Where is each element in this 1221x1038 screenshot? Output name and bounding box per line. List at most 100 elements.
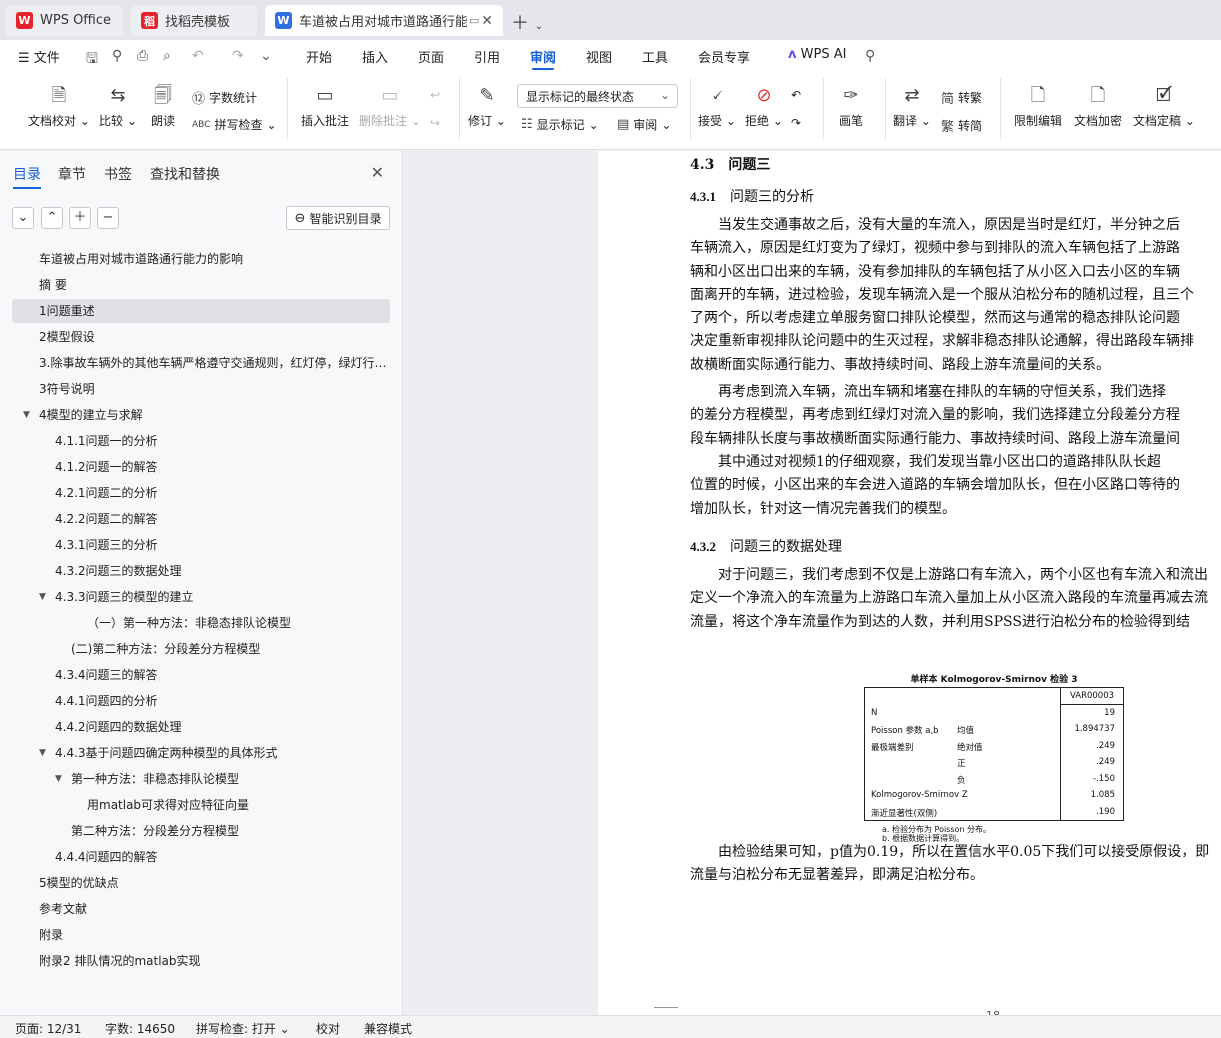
toc-item[interactable]: 4.4.4问题四的解答 — [12, 845, 390, 869]
toc-item[interactable]: 参考文献 — [12, 897, 390, 921]
menu-start[interactable]: 开始 — [306, 47, 332, 66]
menu-insert[interactable]: 插入 — [362, 47, 388, 66]
print-icon[interactable]: ⎙ — [137, 48, 148, 64]
toc-item[interactable]: 车道被占用对城市道路通行能力的影响 — [12, 247, 390, 271]
menu-review[interactable]: 审阅 — [530, 47, 556, 70]
toc-item[interactable]: (二)第二种方法：分段差分方程模型 — [12, 637, 390, 661]
delete-comment-button[interactable]: ▭ 删除批注 ⌄ — [359, 84, 421, 129]
toc-item[interactable]: 4.2.1问题二的分析 — [12, 481, 390, 505]
toc-item[interactable]: 第二种方法：分段差分方程模型 — [12, 819, 390, 843]
toc-item[interactable]: ▼ 4.4.3基于问题四确定两种模型的具体形式 — [12, 741, 390, 765]
more-icon[interactable]: ⌄ — [260, 48, 272, 64]
toc-item[interactable]: 4.4.1问题四的分析 — [12, 689, 390, 713]
toc-item[interactable]: 4.4.2问题四的数据处理 — [12, 715, 390, 739]
file-menu[interactable]: ☰ 文件 — [18, 47, 60, 66]
markup-state-select[interactable]: 显示标记的最终状态 ⌄ — [517, 84, 678, 108]
proof-button[interactable]: 🗎 文档校对 ⌄ — [28, 84, 90, 129]
toc-item[interactable]: 4.3.1问题三的分析 — [12, 533, 390, 557]
read-aloud-button[interactable]: 🗐 朗读 — [146, 84, 180, 129]
spell-check-indicator[interactable]: 拼写检查: 打开 ⌄ — [196, 1020, 290, 1037]
new-tab-button[interactable]: ＋ ⌄ — [511, 9, 543, 35]
word-count-indicator[interactable]: 字数: 14650 — [105, 1020, 175, 1037]
save-icon[interactable]: 🖫 — [86, 48, 98, 72]
toc-item[interactable]: 3.除事故车辆外的其他车辆严格遵守交通规则，红灯停，绿灯行… — [12, 351, 390, 375]
delete-comment-icon: ▭ — [381, 85, 399, 106]
table-row: N 19 — [865, 705, 1123, 722]
toc-item[interactable]: 4.2.2问题二的解答 — [12, 507, 390, 531]
menu-tools[interactable]: 工具 — [642, 47, 668, 66]
remove-heading-button[interactable]: − — [97, 207, 119, 229]
review-pane-button[interactable]: ▤ 审阅 ⌄ — [617, 116, 671, 133]
redo-icon[interactable]: ↷ — [232, 48, 244, 64]
to-simplified-button[interactable]: 繁转简 — [941, 116, 982, 135]
tab-template[interactable]: 稻 找稻壳模板 — [131, 5, 257, 36]
undo-icon[interactable]: ↶ — [192, 48, 204, 64]
panel-tab-sections[interactable]: 章节 — [58, 164, 86, 184]
toc-item[interactable]: 3符号说明 — [12, 377, 390, 401]
spell-check-button[interactable]: ABC 拼写检查 ⌄ — [192, 116, 277, 133]
next-change-icon[interactable]: ↷ — [791, 116, 801, 130]
toc-item[interactable]: ▼ 4模型的建立与求解 — [12, 403, 390, 427]
toc-item[interactable]: 4.3.2问题三的数据处理 — [12, 559, 390, 583]
accept-button[interactable]: 🗸 接受 ⌄ — [697, 84, 737, 129]
menu-page[interactable]: 页面 — [418, 47, 444, 66]
insert-comment-button[interactable]: ▭ 插入批注 — [298, 84, 352, 129]
toc-item[interactable]: 摘 要 — [12, 273, 390, 297]
encrypt-label: 文档加密 — [1073, 114, 1122, 128]
add-heading-button[interactable]: ＋ — [69, 207, 91, 229]
restrict-edit-button[interactable]: 🗋 限制编辑 — [1010, 84, 1066, 129]
toc-item[interactable]: 附录 — [12, 923, 390, 947]
panel-tab-find-replace[interactable]: 查找和替换 — [150, 164, 220, 184]
track-changes-button[interactable]: ✎ 修订 ⌄ — [467, 84, 507, 129]
pen-button[interactable]: ✑ 画笔 — [833, 84, 869, 129]
compare-button[interactable]: ⇆ 比较 ⌄ — [96, 84, 140, 129]
tab-wps-office[interactable]: W WPS Office — [6, 5, 123, 36]
toc-item[interactable]: 5模型的优缺点 — [12, 871, 390, 895]
menu-bar: ☰ 文件 🖫 ⚲ ⎙ ⌕ ↶ ↷ ⌄ 开始 插入 页面 引用 审阅 视图 工具 … — [0, 40, 1221, 72]
toc-item[interactable]: ▼ 4.3.3问题三的模型的建立 — [12, 585, 390, 609]
proof-indicator[interactable]: 校对 — [316, 1020, 340, 1037]
toc-item[interactable]: 用matlab可求得对应特征向量 — [12, 793, 390, 817]
close-tab-icon[interactable]: ✕ — [481, 13, 493, 29]
menu-view[interactable]: 视图 — [586, 47, 612, 66]
show-markup-button[interactable]: ☷ 显示标记 ⌄ — [521, 116, 599, 133]
page-indicator[interactable]: 页面: 12/31 — [15, 1020, 81, 1037]
toc-item[interactable]: 4.1.1问题一的分析 — [12, 429, 390, 453]
text-line: 定义一个净流入的车流量为上游路口车流入量加上从小区流入路段的车流量再减去流 — [690, 590, 1208, 607]
toc-item[interactable]: 4.3.4问题三的解答 — [12, 663, 390, 687]
tab-document[interactable]: W 车道被占用对城市道路通行能力 ▭ ✕ — [265, 5, 503, 36]
close-panel-icon[interactable]: ✕ — [371, 163, 384, 182]
toc-item[interactable]: ▼ 第一种方法：非稳态排队论模型 — [12, 767, 390, 791]
word-count-button[interactable]: ⑫ 字数统计 — [192, 88, 257, 107]
expand-triangle-icon[interactable]: ▼ — [55, 767, 62, 791]
wps-ai-button[interactable]: ʌ WPS AI — [788, 47, 846, 62]
finalize-button[interactable]: 🗹 文档定稿 ⌄ — [1131, 84, 1197, 129]
prev-change-icon[interactable]: ↶ — [791, 88, 801, 102]
toc-item[interactable]: 附录2 排队情况的matlab实现 — [12, 949, 390, 973]
expand-triangle-icon[interactable]: ▼ — [23, 403, 30, 427]
collapse-up-button[interactable]: ⌃ — [41, 207, 63, 229]
toc-item[interactable]: 4.1.2问题一的解答 — [12, 455, 390, 479]
text-line: 故横断面实际通行能力、事故持续时间、路段上游车流量间的关系。 — [690, 356, 1110, 373]
toc-item[interactable]: （一）第一种方法：非稳态排队论模型 — [12, 611, 390, 635]
chevron-down-icon[interactable]: ⌄ — [535, 21, 543, 32]
menu-member[interactable]: 会员专享 — [698, 47, 750, 66]
toc-item[interactable]: 2模型假设 — [12, 325, 390, 349]
next-comment-icon[interactable]: ↪ — [430, 116, 440, 130]
prev-comment-icon[interactable]: ↩ — [430, 88, 440, 102]
share-icon[interactable]: ⚲ — [112, 48, 122, 64]
search-icon[interactable]: ⚲ — [865, 48, 875, 64]
expand-triangle-icon[interactable]: ▼ — [39, 585, 46, 609]
collapse-down-button[interactable]: ⌄ — [12, 207, 34, 229]
toc-item[interactable]: 1问题重述 — [12, 299, 390, 323]
panel-tab-toc[interactable]: 目录 — [13, 164, 41, 189]
to-traditional-button[interactable]: 简转繁 — [941, 88, 982, 107]
translate-button[interactable]: ⇄ 翻译 ⌄ — [892, 84, 932, 129]
menu-reference[interactable]: 引用 — [474, 47, 500, 66]
reject-button[interactable]: ⊘ 拒绝 ⌄ — [744, 84, 784, 129]
encrypt-button[interactable]: 🗋 文档加密 — [1070, 84, 1126, 129]
expand-triangle-icon[interactable]: ▼ — [39, 741, 46, 765]
panel-tab-bookmarks[interactable]: 书签 — [104, 164, 132, 184]
smart-toc-button[interactable]: ⊖ 智能识别目录 — [286, 206, 390, 230]
print-preview-icon[interactable]: ⌕ — [163, 48, 171, 64]
